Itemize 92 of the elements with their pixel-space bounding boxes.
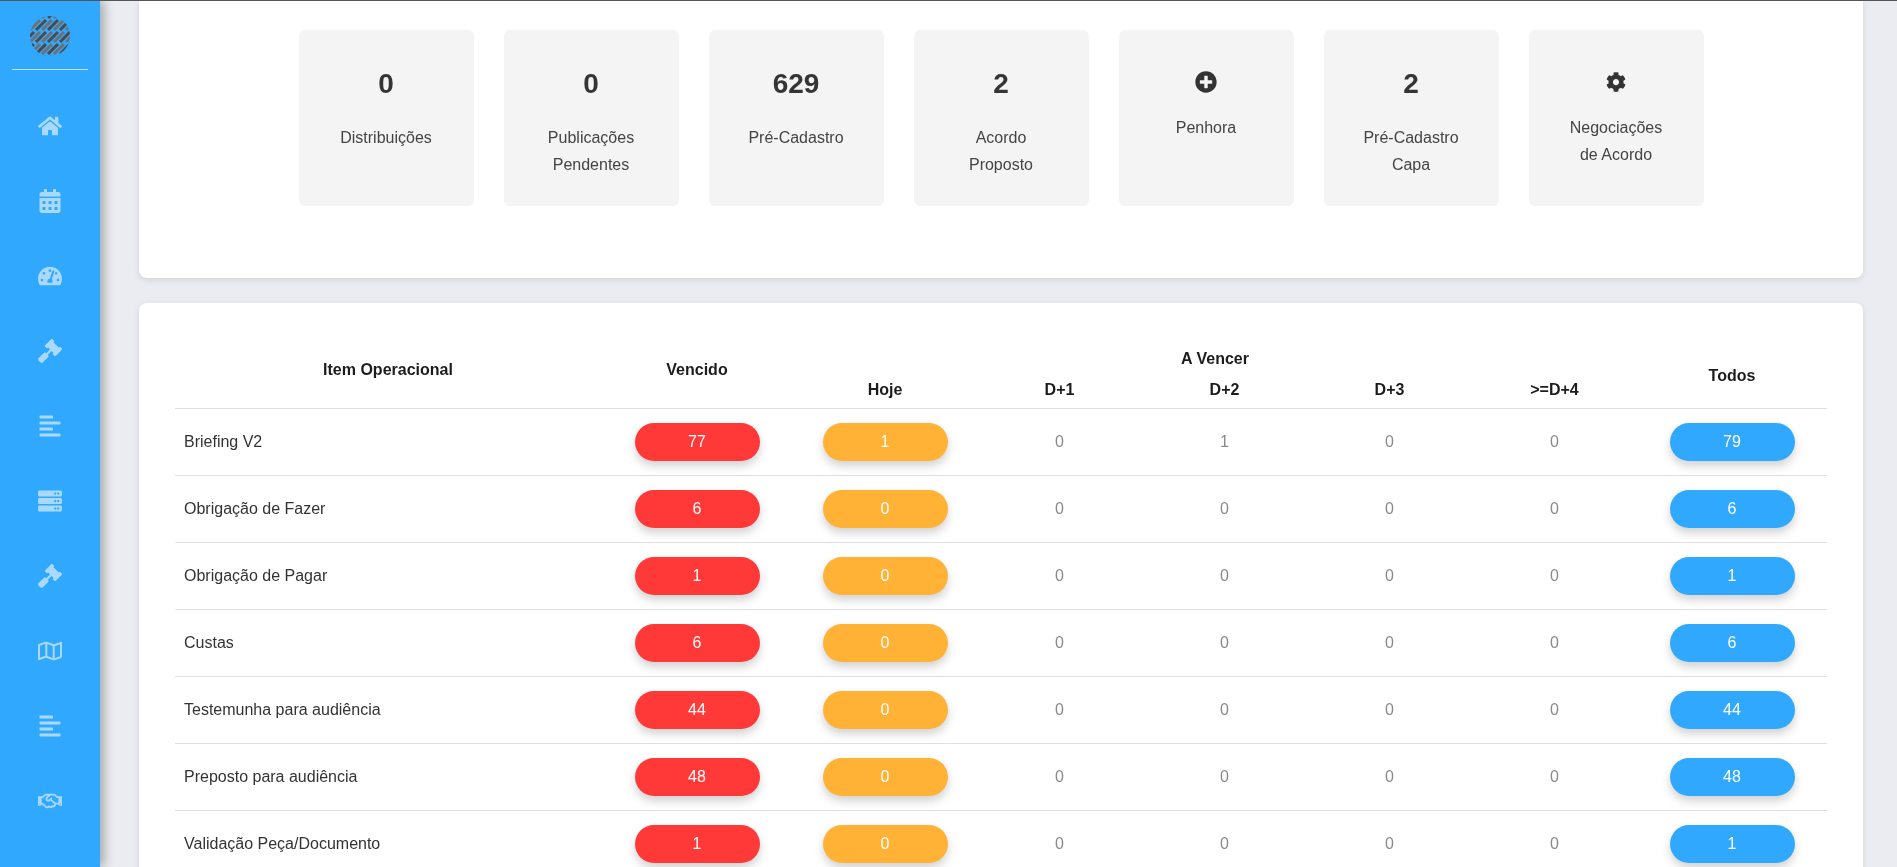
stat-card[interactable]: Penhora	[1118, 30, 1294, 206]
overdue-count-badge[interactable]: 1	[634, 556, 760, 595]
count-value: 0	[1220, 499, 1229, 517]
count-value: 0	[1385, 700, 1394, 718]
gear-icon	[1606, 72, 1626, 92]
count-value: 0	[1055, 432, 1064, 450]
today-count-badge[interactable]: 0	[822, 489, 948, 528]
count-value: 0	[1550, 767, 1559, 785]
count-value: 0	[1550, 566, 1559, 584]
total-count-badge[interactable]: 6	[1669, 489, 1795, 528]
count-value: 0	[1220, 566, 1229, 584]
overdue-count-badge[interactable]: 48	[634, 757, 760, 796]
item-name: Custas	[184, 633, 234, 651]
stat-label: Pré-Cadastro	[748, 128, 844, 148]
today-count-badge[interactable]: 0	[822, 824, 948, 863]
count-value: 0	[1055, 633, 1064, 651]
count-value: 1	[1220, 432, 1229, 450]
stat-card[interactable]: 2 Pré-Cadastro Capa	[1323, 30, 1499, 206]
stacked-bars-icon[interactable]	[38, 488, 62, 513]
text-lines-icon[interactable]	[38, 713, 62, 738]
stat-card[interactable]: 2 Acordo Proposto	[913, 30, 1089, 206]
stat-value: 0	[378, 67, 394, 101]
count-value: 0	[1385, 432, 1394, 450]
count-value: 0	[1550, 499, 1559, 517]
column-group-header: A Vencer	[1181, 350, 1249, 367]
count-value: 0	[1055, 700, 1064, 718]
item-name: Obrigação de Pagar	[184, 566, 328, 584]
overdue-count-badge[interactable]: 77	[634, 422, 760, 461]
item-name: Preposto para audiência	[184, 767, 358, 785]
stat-value: 629	[772, 67, 820, 101]
count-value: 0	[1385, 499, 1394, 517]
count-value: 0	[1385, 767, 1394, 785]
column-header: Todos	[1708, 367, 1756, 385]
count-value: 0	[1055, 566, 1064, 584]
stat-label: Penhora	[1175, 118, 1237, 138]
total-count-badge[interactable]: 1	[1669, 824, 1795, 863]
count-value: 0	[1220, 633, 1229, 651]
stat-value: 2	[1403, 67, 1419, 101]
today-count-badge[interactable]: 0	[822, 757, 948, 796]
overdue-count-badge[interactable]: 1	[634, 824, 760, 863]
column-header: D+3	[1374, 381, 1405, 399]
item-name: Testemunha para audiência	[184, 700, 381, 718]
total-count-badge[interactable]: 48	[1669, 757, 1795, 796]
count-value: 0	[1550, 633, 1559, 651]
total-count-badge[interactable]: 6	[1669, 623, 1795, 662]
stat-label: Pré-Cadastro Capa	[1362, 128, 1460, 175]
total-count-badge[interactable]: 1	[1669, 556, 1795, 595]
stat-card[interactable]: 0 Publicações Pendentes	[503, 30, 679, 206]
count-value: 0	[1220, 834, 1229, 852]
stat-label: Publicações Pendentes	[546, 128, 636, 175]
overdue-count-badge[interactable]: 6	[634, 489, 760, 528]
count-value: 0	[1055, 834, 1064, 852]
stat-card[interactable]: 629 Pré-Cadastro	[708, 30, 884, 206]
gavel-icon[interactable]	[38, 563, 62, 588]
count-value: 0	[1385, 566, 1394, 584]
column-header: Hoje	[867, 381, 903, 399]
calendar-icon[interactable]	[38, 188, 62, 213]
column-header: D+2	[1209, 381, 1240, 399]
stat-label: Distribuições	[340, 128, 432, 148]
stat-value: 2	[993, 67, 1009, 101]
today-count-badge[interactable]: 0	[822, 556, 948, 595]
total-count-badge[interactable]: 44	[1669, 690, 1795, 729]
count-value: 0	[1550, 834, 1559, 852]
today-count-badge[interactable]: 1	[822, 422, 948, 461]
column-header: Item Operacional	[323, 361, 453, 379]
text-lines-icon[interactable]	[38, 413, 62, 438]
count-value: 0	[1550, 700, 1559, 718]
column-header: Vencido	[666, 361, 728, 379]
count-value: 0	[1055, 767, 1064, 785]
count-value: 0	[1385, 633, 1394, 651]
item-name: Briefing V2	[184, 432, 263, 450]
today-count-badge[interactable]: 0	[822, 690, 948, 729]
stat-card[interactable]: 0 Distribuições	[298, 30, 474, 206]
overdue-count-badge[interactable]: 44	[634, 690, 760, 729]
count-value: 0	[1385, 834, 1394, 852]
total-count-badge[interactable]: 79	[1669, 422, 1795, 461]
column-header: D+1	[1044, 381, 1075, 399]
stat-value: 0	[583, 67, 599, 101]
count-value: 0	[1220, 700, 1229, 718]
stat-label: Acordo Proposto	[967, 128, 1034, 175]
column-header: >=D+4	[1530, 381, 1579, 399]
overdue-count-badge[interactable]: 6	[634, 623, 760, 662]
item-name: Validação Peça/Documento	[184, 834, 381, 852]
today-count-badge[interactable]: 0	[822, 623, 948, 662]
gavel-icon[interactable]	[38, 338, 62, 363]
count-value: 0	[1220, 767, 1229, 785]
count-value: 0	[1550, 432, 1559, 450]
logo-icon	[30, 16, 70, 56]
stat-card[interactable]: Negociações de Acordo	[1528, 30, 1704, 206]
item-name: Obrigação de Fazer	[184, 499, 326, 517]
count-value: 0	[1055, 499, 1064, 517]
stat-label: Negociações de Acordo	[1568, 118, 1664, 165]
